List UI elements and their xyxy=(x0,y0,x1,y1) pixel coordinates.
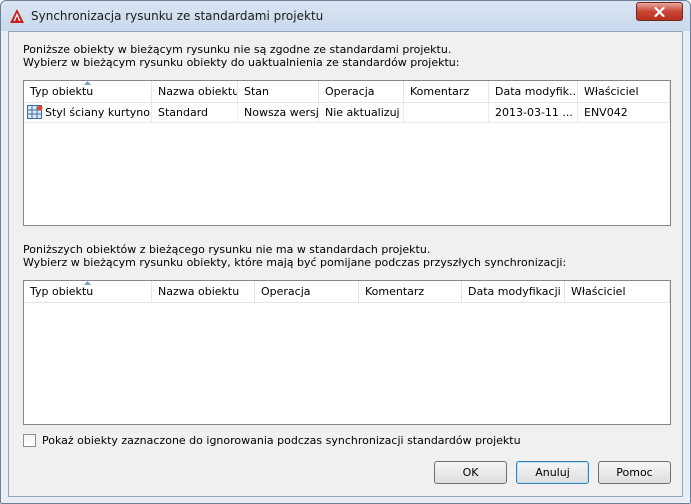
dialog-window: Synchronizacja rysunku ze standardami pr… xyxy=(0,0,691,504)
cell-modified-date: 2013-03-11 ... xyxy=(489,103,578,123)
cell-operation[interactable]: Nie aktualizuj xyxy=(319,103,404,123)
close-button[interactable] xyxy=(636,2,683,21)
column-header-object-type[interactable]: Typ obiektu xyxy=(24,81,152,103)
nonconforming-objects-list[interactable]: Typ obiektu Nazwa obiektu Stan Operacja … xyxy=(23,80,671,226)
cancel-button[interactable]: Anuluj xyxy=(516,461,589,484)
sort-ascending-icon xyxy=(84,81,91,85)
help-button[interactable]: Pomoc xyxy=(598,461,671,484)
curtain-wall-style-icon xyxy=(27,105,43,119)
column-header-object-name[interactable]: Nazwa obiektu xyxy=(152,81,238,103)
section1-description-line2: Wybierz w bieżącym rysunku obiekty do ua… xyxy=(23,56,460,69)
section1-description-line1: Poniższe obiekty w bieżącym rysunku nie … xyxy=(23,43,452,56)
column-header-object-name[interactable]: Nazwa obiektu xyxy=(152,281,255,303)
column-header-owner[interactable]: Właściciel xyxy=(578,81,670,103)
close-icon xyxy=(654,6,665,17)
table-row[interactable]: Styl ściany kurtyno... Standard Nowsza w… xyxy=(24,103,670,123)
cell-status: Nowsza wersja xyxy=(238,103,319,123)
cell-comment[interactable] xyxy=(404,103,489,123)
column-header-comment[interactable]: Komentarz xyxy=(359,281,462,303)
dialog-client-area: Poniższe obiekty w bieżącym rysunku nie … xyxy=(8,31,683,497)
sort-ascending-icon xyxy=(84,281,91,285)
show-ignored-checkbox[interactable] xyxy=(23,434,36,447)
column-header-operation[interactable]: Operacja xyxy=(255,281,359,303)
column-header-modified-date[interactable]: Data modyfik... xyxy=(489,81,578,103)
section2-description-line1: Poniższych obiektów z bieżącego rysunku … xyxy=(23,243,431,256)
cell-object-name: Standard xyxy=(152,103,238,123)
window-title: Synchronizacja rysunku ze standardami pr… xyxy=(31,9,324,23)
ok-button[interactable]: OK xyxy=(434,461,507,484)
cell-owner: ENV042 xyxy=(578,103,670,123)
objects-not-in-standards-list[interactable]: Typ obiektu Nazwa obiektu Operacja Komen… xyxy=(23,280,671,425)
list-header: Typ obiektu Nazwa obiektu Operacja Komen… xyxy=(24,281,670,303)
title-bar[interactable]: Synchronizacja rysunku ze standardami pr… xyxy=(1,1,690,31)
list-header: Typ obiektu Nazwa obiektu Stan Operacja … xyxy=(24,81,670,103)
column-header-status[interactable]: Stan xyxy=(238,81,319,103)
column-header-owner[interactable]: Właściciel xyxy=(565,281,670,303)
show-ignored-checkbox-label: Pokaż obiekty zaznaczone do ignorowania … xyxy=(42,434,521,447)
cell-object-type: Styl ściany kurtyno... xyxy=(24,103,152,123)
autocad-app-icon xyxy=(10,9,24,23)
column-header-object-type[interactable]: Typ obiektu xyxy=(24,281,152,303)
column-header-comment[interactable]: Komentarz xyxy=(404,81,489,103)
column-header-modified-date[interactable]: Data modyfikacji xyxy=(462,281,565,303)
section2-description-line2: Wybierz w bieżącym rysunku obiekty, któr… xyxy=(23,256,567,269)
column-header-operation[interactable]: Operacja xyxy=(319,81,404,103)
